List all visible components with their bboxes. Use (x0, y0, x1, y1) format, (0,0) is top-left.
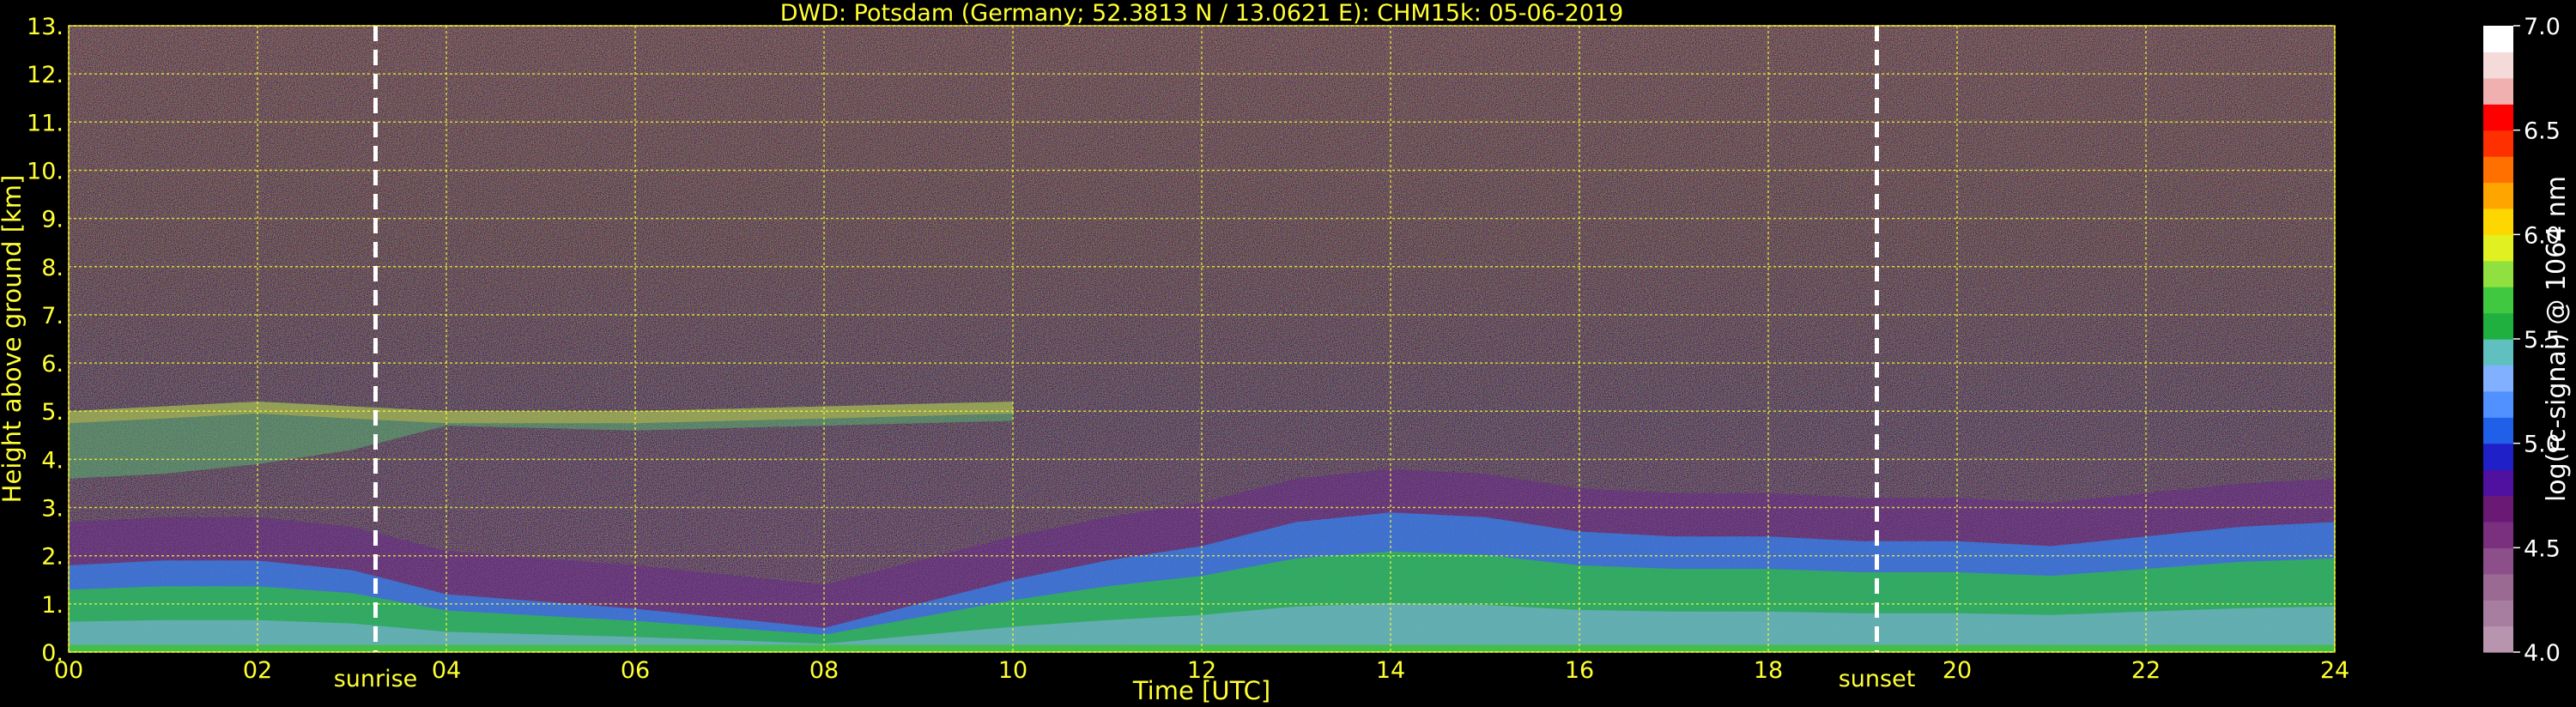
y-tick-label: 13. (27, 14, 64, 40)
colorbar-label: log(rc-signal) @ 1064 nm (2542, 176, 2572, 502)
colorbar-tick-label: 6.5 (2524, 118, 2561, 145)
y-axis-label: Height above ground [km] (0, 175, 27, 504)
x-tick-label: 06 (621, 657, 650, 684)
x-tick-label: 10 (998, 657, 1027, 684)
colorbar-segment (2483, 339, 2513, 366)
plot-area (68, 25, 2336, 653)
y-tick-label: 9. (41, 207, 64, 233)
colorbar-segment (2483, 521, 2513, 548)
y-tick-label: 8. (41, 255, 64, 281)
colorbar-segment (2483, 495, 2513, 523)
x-tick-label: 20 (1943, 657, 1972, 684)
ceilometer-chart: DWD: Potsdam (Germany; 52.3813 N / 13.06… (0, 0, 2572, 705)
y-tick-label: 5. (41, 399, 64, 426)
x-tick-label: 04 (432, 657, 461, 684)
chart-title: DWD: Potsdam (Germany; 52.3813 N / 13.06… (780, 0, 1624, 27)
y-tick-label: 4. (41, 447, 64, 474)
y-tick-label: 7. (41, 303, 64, 329)
colorbar-segment (2483, 573, 2513, 601)
colorbar-segment (2483, 208, 2513, 235)
y-tick-label: 11. (27, 110, 64, 136)
colorbar-segment (2483, 600, 2513, 627)
sunset-label: sunset (1839, 666, 1916, 692)
y-tick-label: 6. (41, 351, 64, 378)
x-tick-label: 18 (1754, 657, 1783, 684)
colorbar-segment (2483, 51, 2513, 79)
colorbar-segment (2483, 443, 2513, 470)
colorbar-segment (2483, 130, 2513, 157)
colorbar-tick-label: 4.0 (2524, 640, 2561, 667)
colorbar (2483, 26, 2513, 653)
colorbar-segment (2483, 77, 2513, 105)
colorbar-segment (2483, 417, 2513, 444)
colorbar-segment (2483, 104, 2513, 131)
y-tick-label: 3. (41, 496, 64, 523)
y-tick-label: 12. (27, 62, 64, 88)
x-tick-label: 24 (2320, 657, 2349, 684)
y-tick-label: 0. (41, 640, 64, 667)
colorbar-segment (2483, 390, 2513, 418)
colorbar-segment (2483, 287, 2513, 314)
colorbar-segment (2483, 469, 2513, 497)
y-tick-label: 10. (27, 158, 64, 184)
colorbar-segment (2483, 156, 2513, 184)
y-axis-ticks: 0. 1. 2. 3. 4. 5. 6. 7. 8. 9. 10. 11. 12. 13. (27, 14, 64, 667)
x-tick-label: 08 (809, 657, 839, 684)
colorbar-tick-label: 7.0 (2524, 14, 2561, 40)
sunrise-label: sunrise (334, 666, 418, 692)
colorbar-segment (2483, 547, 2513, 575)
colorbar-segment (2483, 260, 2513, 287)
colorbar-segment (2483, 234, 2513, 262)
colorbar-segment (2483, 312, 2513, 340)
colorbar-segment (2483, 182, 2513, 209)
colorbar-segment (2483, 365, 2513, 392)
x-tick-label: 02 (243, 657, 272, 684)
x-tick-label: 22 (2131, 657, 2161, 684)
x-tick-label: 16 (1565, 657, 1594, 684)
colorbar-segment (2483, 26, 2513, 53)
y-tick-label: 1. (41, 592, 64, 619)
y-tick-label: 2. (41, 544, 64, 571)
colorbar-segment (2483, 625, 2513, 653)
x-axis-label: Time [UTC] (1132, 676, 1270, 705)
x-tick-label: 14 (1376, 657, 1405, 684)
colorbar-tick-label: 4.5 (2524, 535, 2561, 562)
